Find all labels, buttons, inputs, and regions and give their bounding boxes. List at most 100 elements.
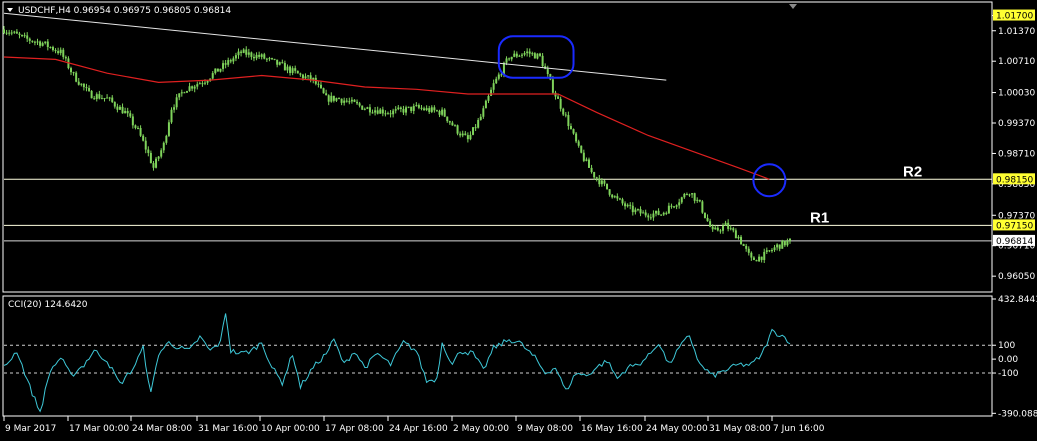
candle-body [600, 180, 603, 185]
level-badge-r2-label: 0.98150 [996, 175, 1033, 185]
candle-body [740, 236, 743, 245]
candle-body [201, 83, 204, 85]
candle-body [234, 55, 237, 59]
candle-body [770, 250, 773, 252]
time-tick-label: 9 May 08:00 [517, 424, 573, 434]
candle-body [167, 122, 170, 136]
candle-body [721, 225, 724, 231]
candle-body [155, 158, 158, 168]
candle-body [106, 97, 109, 99]
candle-body [474, 127, 477, 129]
candle-body [667, 205, 670, 214]
candle-body [613, 196, 616, 198]
candle-body [23, 35, 26, 37]
candle-body [260, 54, 263, 57]
candle-body [577, 141, 580, 146]
candle-body [624, 203, 627, 207]
candle-body [451, 122, 454, 126]
time-tick-label: 17 Mar 00:00 [69, 424, 129, 434]
candle-body [340, 98, 343, 103]
candle-body [469, 134, 472, 140]
candle-body [338, 98, 341, 100]
candle-body [309, 75, 312, 80]
candle-body [193, 86, 196, 89]
candle-body [582, 152, 585, 161]
cci-tick-label: 0.00 [998, 355, 1018, 365]
candle-body [36, 41, 39, 43]
candle-body [206, 80, 209, 83]
candle-body [631, 205, 634, 213]
candle-body [185, 91, 188, 93]
candle-body [162, 142, 165, 151]
candle-body [482, 108, 485, 117]
candle-body [296, 70, 299, 74]
candle [781, 239, 784, 249]
candle-body [273, 58, 276, 60]
candle-body [611, 194, 614, 198]
candle-body [629, 204, 632, 206]
candle-body [536, 53, 539, 59]
time-tick-label: 10 Apr 00:00 [261, 424, 320, 434]
candle-body [459, 133, 462, 136]
candle-body [374, 110, 377, 113]
candle-body [546, 69, 549, 75]
candle [296, 70, 299, 74]
candle-body [142, 135, 145, 141]
candle-body [417, 105, 420, 108]
candle-body [93, 98, 96, 100]
time-tick-label: 31 Mar 16:00 [198, 424, 258, 434]
time-tick-label: 9 Mar 2017 [5, 424, 56, 434]
cci-tick-label: -390.0889 [998, 409, 1037, 419]
candle-body [420, 107, 423, 109]
candle-body [760, 256, 763, 260]
candle-body [356, 101, 359, 104]
candle-body [28, 38, 31, 41]
candle-body [747, 248, 750, 253]
candle-body [464, 133, 467, 136]
candle-body [222, 63, 225, 69]
candle-body [711, 226, 714, 230]
candle-body [281, 62, 284, 64]
candle-body [88, 88, 91, 91]
candle [580, 145, 583, 154]
candle-body [178, 93, 181, 98]
level-label-r2: R2 [903, 163, 922, 180]
candle-body [124, 111, 127, 114]
candle-body [430, 107, 433, 112]
candle-body [353, 99, 356, 102]
candle-body [526, 51, 529, 54]
candle-body [100, 98, 103, 100]
candle-body [26, 35, 29, 39]
candle-body [361, 105, 364, 110]
price-chart[interactable]: R2 R1 1.01700 1.01370 1.00710 1.00030 0.99370… [0, 0, 1037, 441]
candle-body [435, 110, 438, 112]
candle-body [227, 60, 230, 65]
candle-body [46, 41, 49, 47]
candle-body [250, 52, 253, 57]
candle-body [673, 206, 676, 208]
candle-body [147, 149, 150, 153]
candle-body [688, 194, 691, 196]
candle-body [33, 41, 36, 43]
candle-body [64, 56, 67, 59]
candle-body [515, 53, 518, 57]
candle-body [319, 84, 322, 89]
candle-body [268, 58, 271, 60]
candle-body [180, 92, 183, 94]
candle-body [477, 119, 480, 128]
candle [606, 183, 609, 190]
candle-body [348, 101, 351, 103]
candle-body [456, 125, 459, 134]
candle-body [709, 221, 712, 227]
candle-body [472, 127, 475, 135]
chart-background [0, 0, 1037, 441]
candle-body [307, 75, 310, 77]
candle-body [606, 183, 609, 190]
candle-body [276, 59, 279, 65]
candle-body [204, 82, 207, 84]
time-tick-label: 24 Apr 16:00 [389, 424, 448, 434]
last-price-badge-label: 0.96814 [996, 237, 1033, 247]
candle-body [492, 83, 495, 90]
candle-body [75, 72, 78, 82]
candle-body [301, 74, 304, 79]
